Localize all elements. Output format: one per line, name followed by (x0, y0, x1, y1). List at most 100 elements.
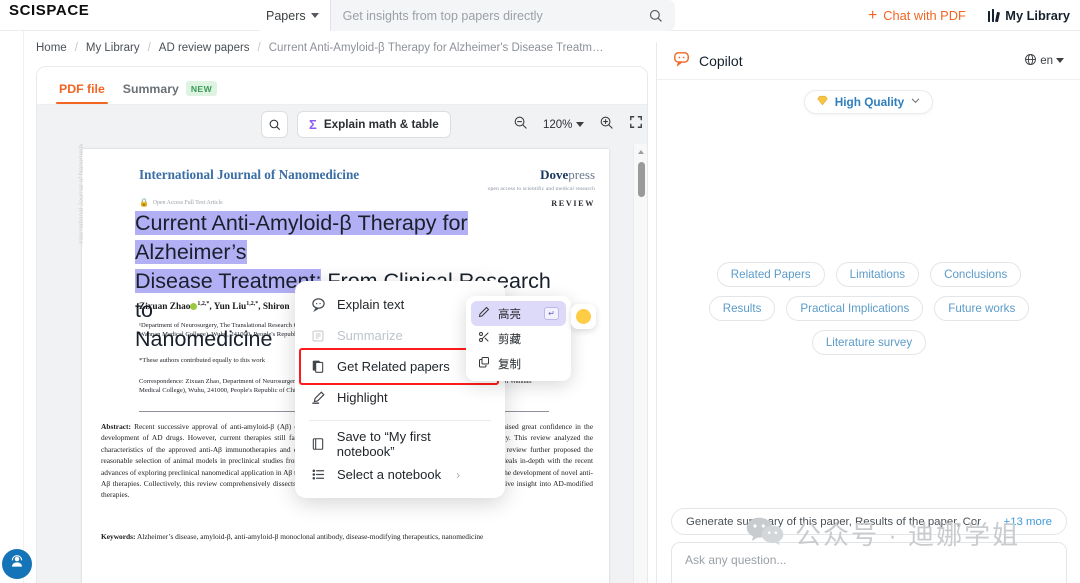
copilot-bot-icon (673, 50, 690, 72)
chip-results[interactable]: Results (708, 296, 776, 321)
chip-label: Limitations (849, 268, 906, 281)
pdf-vertical-scrollbar[interactable] (633, 144, 647, 583)
article-type-label: REVIEW (551, 199, 595, 208)
scrollbar-thumb[interactable] (638, 162, 645, 197)
chip-label: Future works (948, 302, 1016, 315)
submenu-item-clip[interactable]: 剪藏 (471, 326, 566, 351)
left-rail (0, 31, 24, 583)
breadcrumb-separator: / (257, 42, 261, 54)
suggestion-text: Generate summary of this paper, Results … (686, 515, 982, 528)
zoom-level-selector[interactable]: 120% (543, 118, 585, 131)
papers-type-selector[interactable]: Papers (255, 0, 331, 31)
paper-authors: Zixuan Zhao 1,2,*, Yun Liu1,2,*, Shiron (139, 301, 290, 312)
chip-future-works[interactable]: Future works (934, 296, 1030, 321)
chip-literature-survey[interactable]: Literature survey (811, 330, 927, 355)
zoom-in-icon[interactable] (599, 115, 614, 135)
scispace-logo[interactable]: SCISPACE (9, 2, 89, 19)
context-menu-item-save-to-notebook[interactable]: Save to “My first notebook” (295, 428, 505, 459)
chip-related-papers[interactable]: Related Papers (716, 262, 825, 287)
tab-pdf-file[interactable]: PDF file (56, 82, 108, 104)
author-affil-sup-1: 1,2,* (197, 301, 210, 307)
keywords-text: Alzheimer’s disease, amyloid-β, anti-amy… (135, 532, 484, 541)
sigma-icon: Σ (309, 117, 317, 132)
quality-label: High Quality (834, 95, 905, 109)
explain-math-table-button[interactable]: Σ Explain math & table (297, 111, 451, 138)
pdf-card-tabs: PDF file Summary NEW (37, 67, 647, 105)
chip-label: Conclusions (944, 268, 1008, 281)
suggestion-bar[interactable]: Generate summary of this paper, Results … (671, 508, 1067, 535)
author-name-1: Zixuan Zhao (139, 302, 191, 313)
context-menu-label: Save to “My first notebook” (336, 428, 431, 459)
chip-label: Related Papers (730, 268, 811, 281)
context-menu-label: Get Related papers (337, 359, 450, 374)
ask-question-box[interactable]: Ask any question... Σ MATH (671, 542, 1067, 583)
pdf-search-button[interactable] (261, 111, 288, 138)
ask-question-input[interactable]: Ask any question... (685, 553, 786, 567)
chip-conclusions[interactable]: Conclusions (930, 262, 1022, 287)
zoom-out-icon[interactable] (513, 115, 528, 135)
suggestion-more-link[interactable]: +13 more (1004, 516, 1052, 528)
highlight-color-swatch-button[interactable] (571, 304, 596, 329)
context-menu-item-highlight[interactable]: Highlight (295, 382, 505, 413)
diamond-icon (816, 94, 829, 110)
zoom-level-value: 120% (543, 118, 573, 131)
plus-icon: + (867, 6, 878, 24)
submenu-label: 剪藏 (498, 333, 521, 346)
chevron-down-icon (1056, 58, 1064, 63)
author-name-3: , Shiron (258, 302, 290, 313)
chip-practical-implications[interactable]: Practical Implications (786, 296, 924, 321)
paper-keywords: Keywords: Alzheimer’s disease, amyloid-β… (101, 531, 593, 542)
scroll-up-arrow-icon[interactable] (638, 150, 644, 154)
context-menu-label: Summarize (337, 328, 403, 343)
my-library-label: My Library (1005, 8, 1070, 23)
lock-icon: 🔒 (139, 198, 149, 207)
pdf-toolbar: Σ Explain math & table 120% (37, 105, 647, 144)
submenu-item-highlight[interactable]: 高亮 ↵ (471, 301, 566, 326)
publisher-name-bold: Dove (540, 167, 569, 182)
copilot-title: Copilot (699, 52, 743, 69)
author-affil-sup-2: 1,2,* (246, 301, 259, 307)
yellow-color-dot-icon (576, 309, 591, 324)
paper-title-highlighted-1: Current Anti-Amyloid-β (135, 211, 352, 235)
submenu-label: 复制 (498, 358, 521, 371)
tab-summary-label: Summary (122, 81, 179, 96)
breadcrumb-item-my-library[interactable]: My Library (86, 42, 140, 54)
library-icon (987, 9, 1000, 23)
support-chat-button[interactable] (2, 549, 32, 579)
copilot-header: Copilot en (657, 42, 1080, 80)
page-watermark: International Journal of Nanomedicine do… (78, 144, 85, 244)
context-menu-item-select-a-notebook[interactable]: Select a notebook › (295, 459, 505, 490)
top-right-actions: + Chat with PDF My Library (868, 0, 1070, 31)
context-menu-label: Explain text (337, 297, 405, 312)
submenu-item-copy[interactable]: 复制 (471, 351, 566, 376)
papers-selector-label: Papers (266, 8, 306, 23)
publisher-tagline: open access to scientific and medical re… (487, 186, 595, 192)
fullscreen-icon[interactable] (629, 115, 643, 134)
enter-shortcut-key: ↵ (544, 307, 559, 320)
search-input[interactable]: Get insights from top papers directly (331, 9, 648, 23)
context-menu-label: Select a notebook (337, 467, 442, 482)
keywords-label: Keywords: (101, 532, 136, 541)
tab-summary[interactable]: Summary NEW (122, 81, 218, 104)
open-access-badge: 🔒 Open Access Full Text Article (139, 198, 223, 207)
quality-selector[interactable]: High Quality (803, 90, 934, 114)
context-menu-divider (309, 420, 491, 421)
chip-limitations[interactable]: Limitations (835, 262, 920, 287)
support-agent-icon (9, 554, 25, 575)
breadcrumb-separator: / (147, 42, 151, 54)
author-name-2: , Yun Liu (209, 302, 247, 313)
chat-with-pdf-label: Chat with PDF (883, 8, 966, 23)
context-menu-label: Highlight (337, 390, 388, 405)
chat-with-pdf-button[interactable]: + Chat with PDF (867, 6, 966, 24)
summarize-icon (310, 329, 326, 343)
breadcrumb-item-home[interactable]: Home (36, 42, 67, 54)
breadcrumb: Home / My Library / AD review papers / C… (36, 42, 609, 54)
my-library-button[interactable]: My Library (987, 8, 1070, 23)
submenu-label: 高亮 (498, 308, 521, 321)
breadcrumb-item-ad-review-papers[interactable]: AD review papers (159, 42, 250, 54)
search-icon[interactable] (648, 8, 663, 23)
language-selector[interactable]: en (1024, 53, 1064, 69)
breadcrumb-current-paper: Current Anti-Amyloid-β Therapy for Alzhe… (268, 42, 609, 54)
publisher-logo: Dovepress open access to scientific and … (488, 166, 595, 192)
chevron-right-icon: › (456, 467, 461, 482)
